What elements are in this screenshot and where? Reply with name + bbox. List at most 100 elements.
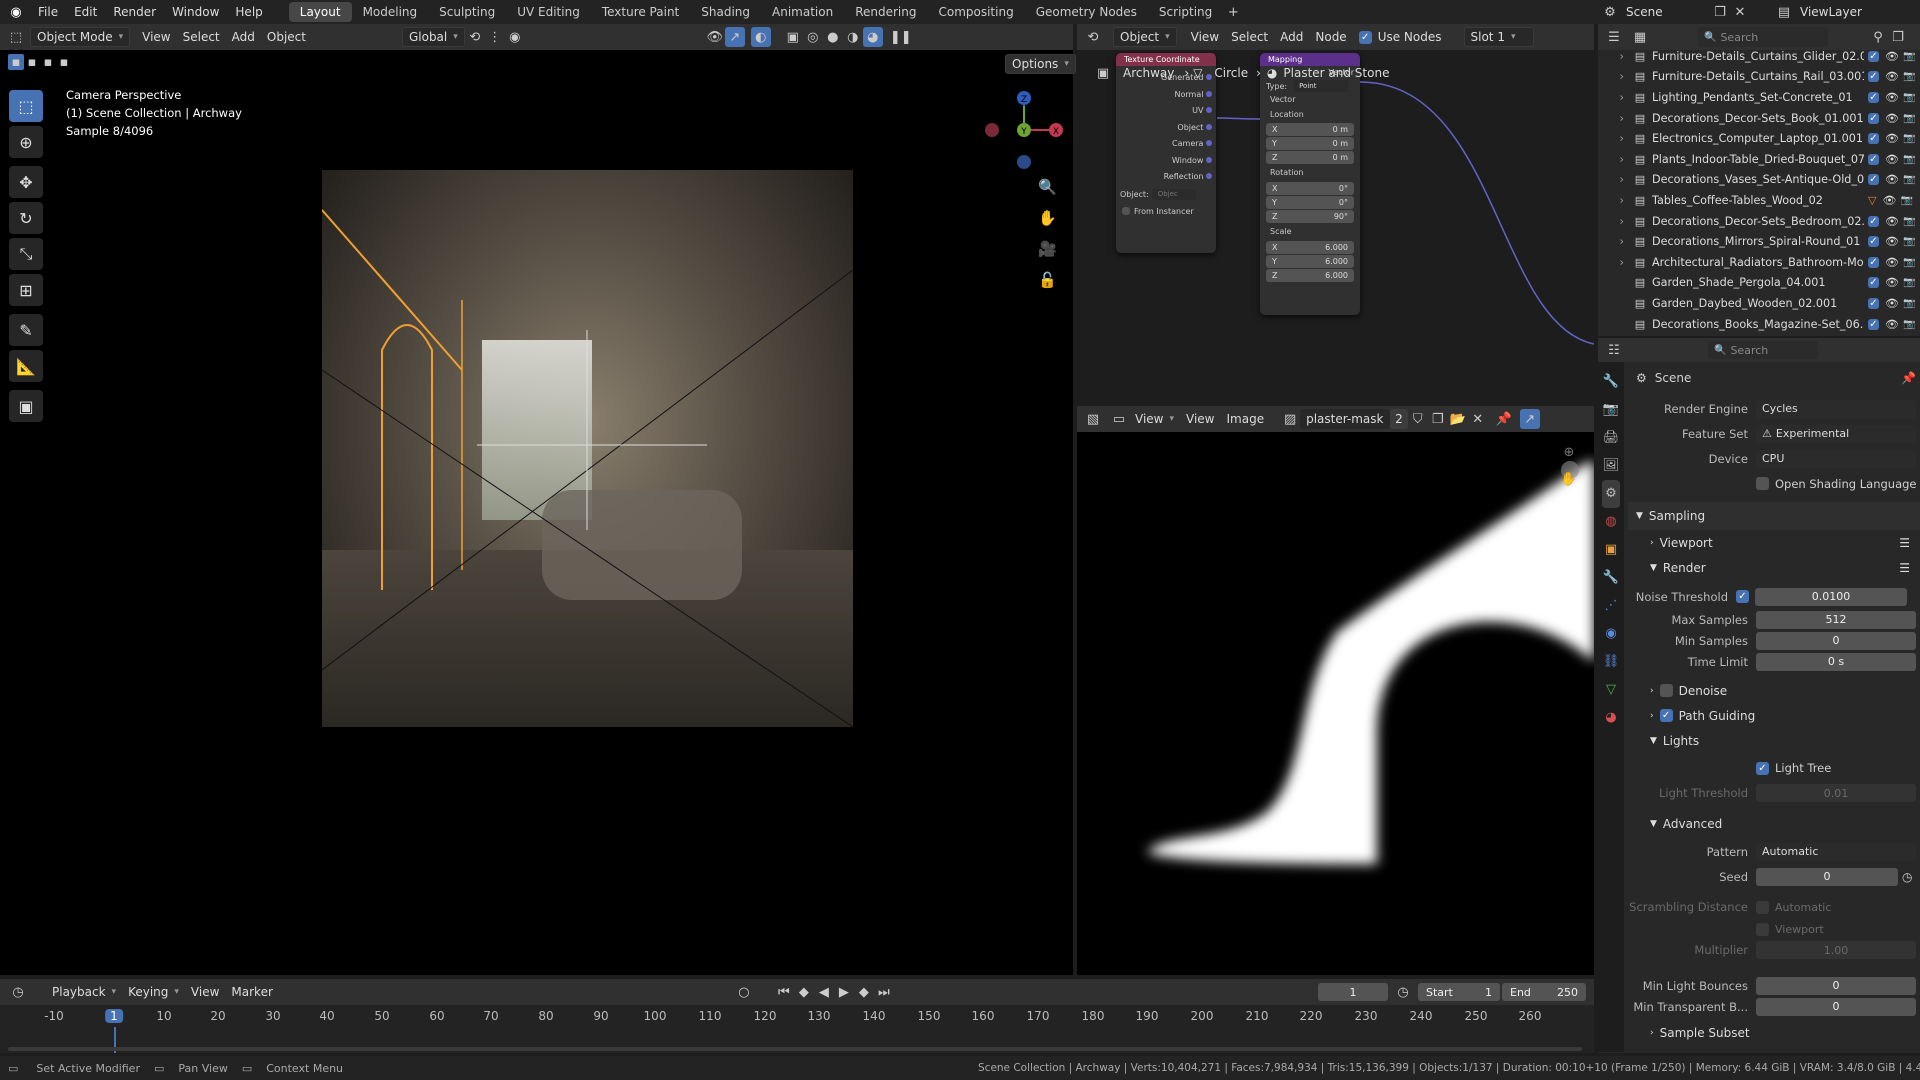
delete-scene-icon[interactable]: ✕ <box>1730 2 1750 22</box>
duplicate-image-icon[interactable]: ❐ <box>1428 409 1448 429</box>
move-tool-icon[interactable]: ✥ <box>9 166 43 198</box>
breadcrumb-object[interactable]: Archway <box>1123 66 1174 80</box>
eye-icon[interactable]: 👁 <box>1885 70 1899 83</box>
render-subpanel-header[interactable]: ▼ Render ☰ <box>1628 555 1920 580</box>
jump-end-icon[interactable]: ⏭ <box>874 982 894 1002</box>
multiplier-field[interactable]: 1.00 <box>1756 941 1916 959</box>
lights-subpanel-header[interactable]: ▼ Lights <box>1628 728 1920 753</box>
eye-icon[interactable]: 👁 <box>1885 318 1899 331</box>
image-editor[interactable]: ▧ ▭ View View Image ▨ plaster-mask 2 ⛉ ❐… <box>1077 406 1594 975</box>
scale-tool-icon[interactable]: ⤡ <box>9 238 43 270</box>
unlink-image-icon[interactable]: ✕ <box>1468 409 1488 429</box>
slot-dropdown[interactable]: Slot 1 <box>1463 27 1534 47</box>
pin-icon[interactable]: 📌 <box>1494 409 1514 429</box>
timeline-scrollbar[interactable] <box>8 1047 1582 1051</box>
viewlayer-icon[interactable]: ▤ <box>1774 2 1794 22</box>
image-pan-icon[interactable]: ✋ <box>1559 469 1579 489</box>
menu-window[interactable]: Window <box>164 5 227 19</box>
outliner-item[interactable]: ▤ Decorations_Books_Magazine-Set_06.0 ✓ 👁 📷 <box>1598 314 1920 335</box>
playback-menu[interactable]: Playback <box>46 982 122 1002</box>
jump-keyframe-forward-icon[interactable]: ◆ <box>854 982 874 1002</box>
select-invert-icon[interactable]: ▪ <box>56 54 72 70</box>
light-threshold-field[interactable]: 0.01 <box>1756 784 1916 802</box>
eye-icon[interactable]: 👁 <box>1885 173 1899 186</box>
tab-rendering[interactable]: Rendering <box>844 2 927 22</box>
scale-x-field[interactable]: X 6.000 <box>1266 241 1354 254</box>
denoise-subpanel-header[interactable]: › Denoise <box>1628 678 1920 703</box>
shading-solid-icon[interactable]: ● <box>823 27 843 47</box>
eye-icon[interactable]: 👁 <box>1882 194 1896 207</box>
outliner[interactable]: ☰ ▦ 🔍 Search ⚲ ❐ › ▤ Furniture-Details_Cur… <box>1598 24 1920 336</box>
play-icon[interactable]: ▶ <box>834 982 854 1002</box>
camera-icon[interactable]: 📷 <box>1903 174 1915 185</box>
menu-help[interactable]: Help <box>227 5 270 19</box>
denoise-checkbox[interactable] <box>1659 684 1673 697</box>
data-tab-icon[interactable]: ▽ <box>1606 676 1616 704</box>
tool-tab-icon[interactable]: 🔧 <box>1603 368 1619 396</box>
rotate-tool-icon[interactable]: ↻ <box>9 202 43 234</box>
scale-y-field[interactable]: Y 6.000 <box>1266 255 1354 268</box>
filter-icon[interactable]: ⚲ <box>1868 27 1888 47</box>
marker-menu[interactable]: Marker <box>225 982 278 1002</box>
max-samples-field[interactable]: 512 <box>1756 610 1916 629</box>
tab-animation[interactable]: Animation <box>761 2 844 22</box>
tab-shading[interactable]: Shading <box>690 2 761 22</box>
pan-hand-icon[interactable]: ✋ <box>1038 203 1057 234</box>
eye-icon[interactable]: 👁 <box>1885 132 1899 145</box>
node-menu-select[interactable]: Select <box>1225 27 1274 47</box>
properties-type-icon[interactable]: ☷ <box>1604 340 1624 360</box>
min-light-bounces-field[interactable]: 0 <box>1756 976 1916 995</box>
tab-geometry-nodes[interactable]: Geometry Nodes <box>1025 2 1148 22</box>
tab-scripting[interactable]: Scripting <box>1148 2 1223 22</box>
object-field[interactable]: Objec <box>1151 188 1196 200</box>
camera-icon[interactable]: 📷 <box>1903 133 1915 144</box>
image-menu-view[interactable]: View <box>1180 409 1220 429</box>
viewport-menu-view[interactable]: View <box>136 27 176 47</box>
render-tab-icon[interactable]: 📷 <box>1603 396 1619 424</box>
camera-icon[interactable]: 📷 <box>1903 71 1915 82</box>
sampling-panel-header[interactable]: ▼ Sampling <box>1628 502 1920 530</box>
select-subtract-icon[interactable]: ▪ <box>40 54 56 70</box>
outliner-item[interactable]: › ▤ Architectural_Radiators_Bathroom-Mode ✓… <box>1598 252 1920 273</box>
outliner-item[interactable]: ▤ Garden_Shade_Pergola_04.001 ✓ 👁 📷 <box>1598 273 1920 294</box>
camera-icon[interactable]: 📷 <box>1903 236 1915 247</box>
eye-icon[interactable]: 👁 <box>1885 235 1899 248</box>
rot-z-field[interactable]: Z 90° <box>1266 210 1354 223</box>
pause-render-icon[interactable]: ❚❚ <box>890 27 912 47</box>
outliner-type-icon[interactable]: ☰ <box>1604 27 1624 47</box>
start-frame-field[interactable]: Start 1 <box>1418 983 1500 1001</box>
image-view-mode-icon[interactable]: ▭ <box>1109 409 1129 429</box>
camera-icon[interactable]: 📷 <box>1903 277 1915 288</box>
loc-y-field[interactable]: Y0 m <box>1266 137 1354 150</box>
play-reverse-icon[interactable]: ◀ <box>814 982 834 1002</box>
new-collection-icon[interactable]: ❐ <box>1888 27 1908 47</box>
tab-sculpting[interactable]: Sculpting <box>428 2 506 22</box>
node-menu-node[interactable]: Node <box>1309 27 1352 47</box>
node-editor-type-icon[interactable]: ⟲ <box>1083 27 1103 47</box>
editor-type-icon[interactable]: ⬚ <box>6 27 26 47</box>
output-tab-icon[interactable]: 🖨 <box>1603 424 1620 452</box>
outliner-item[interactable]: ▤ Garden_Daybed_Wooden_02.001 ✓ 👁 📷 <box>1598 293 1920 314</box>
image-menu-image[interactable]: Image <box>1221 409 1271 429</box>
camera-view-icon[interactable]: 🎥 <box>1038 234 1057 265</box>
properties-editor[interactable]: ☷ 🔍 Search 🔧 📷 🖨 🖼 ⚙ ◍ ▣ 🔧 ⋰ ◉ ⛓ ▽ ◕ ⚙ S… <box>1598 338 1920 1053</box>
eye-icon[interactable]: 👁 <box>1885 297 1899 310</box>
outliner-item[interactable]: › ▤ Decorations_Decor-Sets_Bedroom_02.0 ✓ 👁 📷 <box>1598 211 1920 232</box>
new-scene-icon[interactable]: ❐ <box>1710 2 1730 22</box>
outliner-item[interactable]: › ▤ Tables_Coffee-Tables_Wood_02 ▽ 👁 📷 <box>1598 190 1920 211</box>
light-tree-checkbox[interactable]: ✓ <box>1756 761 1769 775</box>
min-transparent-field[interactable]: 0 <box>1756 997 1916 1016</box>
properties-search-field[interactable]: 🔍 Search <box>1708 341 1818 359</box>
transform-orientation-dropdown[interactable]: Global <box>401 27 465 47</box>
viewport-3d[interactable]: ⬚ Object Mode View Select Add Object Glo… <box>0 24 1076 975</box>
shading-material-icon[interactable]: ◑ <box>843 27 863 47</box>
noise-threshold-field[interactable]: 0.0100 <box>1755 587 1907 606</box>
menu-render[interactable]: Render <box>105 5 164 19</box>
camera-icon[interactable]: 📷 <box>1903 216 1915 227</box>
image-editor-type-icon[interactable]: ▧ <box>1083 409 1103 429</box>
display-mode-icon[interactable]: ▦ <box>1630 27 1650 47</box>
image-name[interactable]: plaster-mask <box>1300 409 1391 429</box>
camera-icon[interactable]: 📷 <box>1903 319 1915 330</box>
xray-icon[interactable]: ▣ <box>783 27 803 47</box>
keying-menu[interactable]: Keying <box>122 982 185 1002</box>
